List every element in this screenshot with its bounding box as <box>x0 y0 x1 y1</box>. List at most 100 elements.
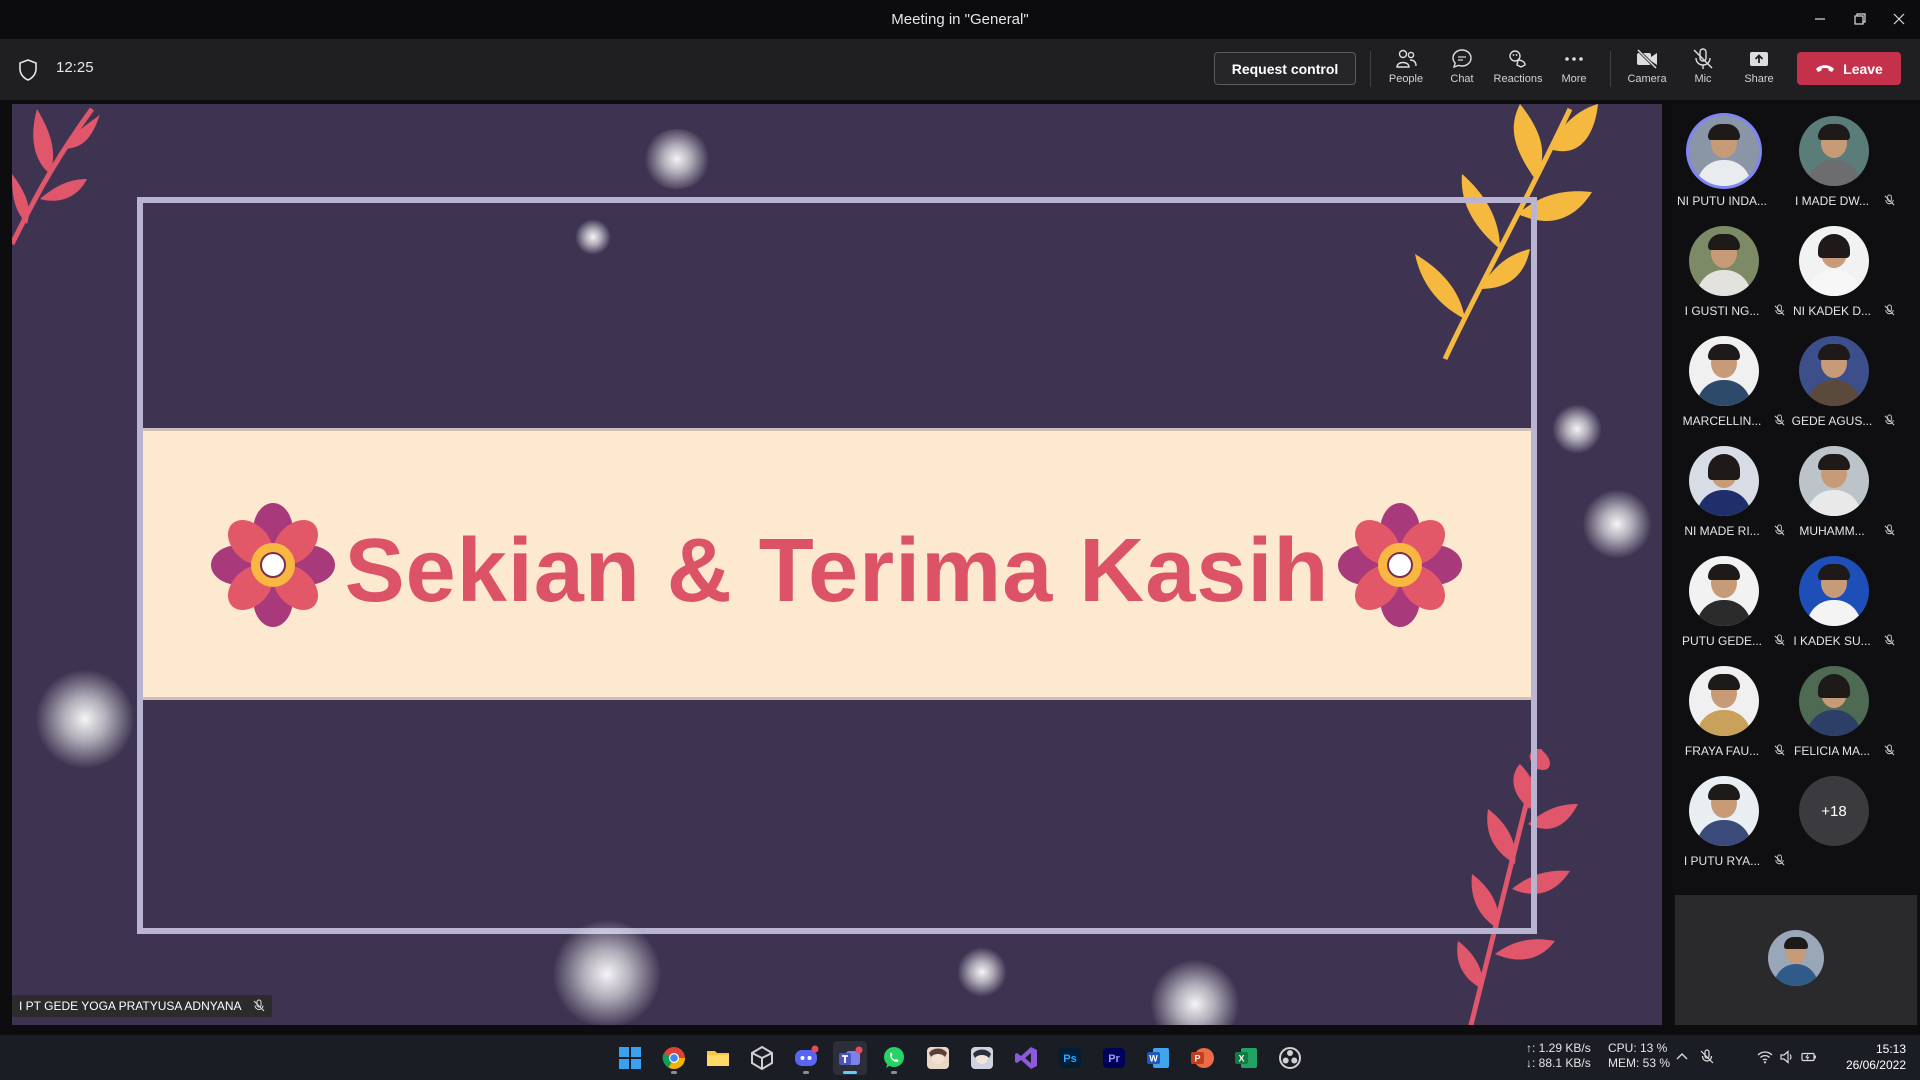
participant-tile[interactable]: I MADE DW... <box>1784 108 1904 216</box>
mic-off-icon <box>1884 524 1895 536</box>
excel-icon: X <box>1235 1048 1257 1068</box>
participant-tile[interactable]: PUTU GEDE... <box>1674 548 1794 656</box>
light-glow <box>1552 404 1602 454</box>
mic-button[interactable]: Mic <box>1677 47 1729 95</box>
camera-label: Camera <box>1627 73 1667 85</box>
mic-off-icon <box>1884 634 1895 646</box>
tray-battery[interactable] <box>1798 1046 1820 1068</box>
start-button[interactable] <box>613 1041 647 1075</box>
taskbar-clock[interactable]: 15:13 26/06/2022 <box>1836 1041 1906 1073</box>
cpu-usage: CPU: 13 % <box>1608 1041 1668 1055</box>
restore-button[interactable] <box>1846 6 1874 32</box>
shield-icon <box>19 59 37 81</box>
windows-start-icon <box>619 1047 641 1069</box>
participant-tile[interactable]: GEDE AGUS... <box>1784 328 1904 436</box>
minimize-button[interactable] <box>1806 6 1834 32</box>
chevron-up-icon <box>1676 1053 1688 1060</box>
meeting-timer: 12:25 <box>56 59 94 76</box>
participant-tile[interactable]: I PUTU RYA... <box>1674 768 1794 876</box>
whatsapp-button[interactable] <box>877 1041 911 1075</box>
clock-date: 26/06/2022 <box>1845 1058 1906 1072</box>
participant-avatar <box>1689 556 1759 626</box>
flower-decoration <box>211 503 335 627</box>
reactions-button[interactable]: Reactions <box>1492 47 1544 95</box>
minimize-icon <box>1815 18 1825 20</box>
participant-name: I GUSTI NG... <box>1684 304 1760 318</box>
participant-tile[interactable]: I KADEK SU... <box>1784 548 1904 656</box>
show-hidden-icons-button[interactable] <box>1671 1046 1693 1068</box>
self-avatar-hair <box>1784 937 1808 949</box>
mic-off-icon <box>1700 1049 1714 1064</box>
more-participants-tile[interactable]: +18 <box>1784 768 1904 876</box>
self-avatar <box>1768 930 1824 986</box>
file-explorer-button[interactable] <box>701 1041 735 1075</box>
participant-avatar <box>1799 446 1869 516</box>
participant-tile[interactable]: FRAYA FAU... <box>1674 658 1794 766</box>
participant-name: PUTU GEDE... <box>1681 634 1762 648</box>
more-participants-count[interactable]: +18 <box>1799 776 1869 846</box>
participant-name: MUHAMM... <box>1799 524 1865 538</box>
participant-tile[interactable]: FELICIA MA... <box>1784 658 1904 766</box>
mic-off-icon <box>253 999 264 1012</box>
participant-tile[interactable]: I GUSTI NG... <box>1674 218 1794 326</box>
slide-banner: Sekian & Terima Kasih <box>143 428 1531 700</box>
photoshop-button[interactable]: Ps <box>1053 1041 1087 1075</box>
share-label: Share <box>1744 73 1774 85</box>
active-indicator <box>843 1071 857 1074</box>
participant-avatar <box>1689 116 1759 186</box>
tray-mic-muted[interactable] <box>1696 1046 1718 1068</box>
tray-wifi[interactable] <box>1754 1046 1776 1068</box>
camera-button[interactable]: Camera <box>1621 47 1673 95</box>
tray-volume[interactable] <box>1776 1046 1798 1068</box>
app-anime-1-button[interactable] <box>921 1041 955 1075</box>
mic-label: Mic <box>1694 73 1712 85</box>
premiere-pro-icon: Pr <box>1103 1048 1125 1068</box>
more-button[interactable]: More <box>1548 47 1600 95</box>
leave-label: Leave <box>1843 60 1883 77</box>
visual-studio-button[interactable] <box>1009 1041 1043 1075</box>
participant-name: I MADE DW... <box>1794 194 1869 208</box>
light-glow <box>575 219 611 255</box>
svg-text:X: X <box>1238 1054 1244 1064</box>
more-label: More <box>1561 73 1587 85</box>
close-icon <box>1893 13 1905 25</box>
obs-icon <box>1279 1047 1301 1069</box>
participant-avatar <box>1689 776 1759 846</box>
presenter-name-tag: I PT GEDE YOGA PRATYUSA ADNYANA <box>12 995 272 1017</box>
chat-icon <box>1452 49 1472 69</box>
powerpoint-button[interactable]: P <box>1185 1041 1219 1075</box>
mic-off-icon <box>1884 194 1895 206</box>
word-button[interactable]: W <box>1141 1041 1175 1075</box>
excel-button[interactable]: X <box>1229 1041 1263 1075</box>
participant-tile[interactable]: NI KADEK D... <box>1784 218 1904 326</box>
reactions-icon <box>1509 50 1526 68</box>
system-monitor: CPU: 13 % MEM: 53 % <box>1608 1041 1670 1071</box>
teams-button[interactable] <box>833 1041 867 1075</box>
chrome-button[interactable] <box>657 1041 691 1075</box>
participant-tile[interactable]: MUHAMM... <box>1784 438 1904 546</box>
light-glow <box>35 669 135 769</box>
premiere-pro-button[interactable]: Pr <box>1097 1041 1131 1075</box>
discord-icon <box>795 1045 819 1066</box>
people-button[interactable]: People <box>1380 47 1432 95</box>
participant-avatar <box>1689 666 1759 736</box>
running-indicator <box>671 1071 677 1074</box>
participant-gallery: NI PUTU INDA... I MADE DW... I GUSTI NG.… <box>1672 104 1920 1024</box>
app-anime-2-button[interactable] <box>965 1041 999 1075</box>
participant-name: NI KADEK D... <box>1792 304 1872 318</box>
obs-button[interactable] <box>1273 1041 1307 1075</box>
participant-tile[interactable]: NI PUTU INDA... <box>1674 108 1794 216</box>
svg-text:P: P <box>1194 1054 1200 1064</box>
discord-button[interactable] <box>789 1041 823 1075</box>
leave-button[interactable]: Leave <box>1797 52 1901 85</box>
participant-tile[interactable]: NI MADE RI... <box>1674 438 1794 546</box>
chat-button[interactable]: Chat <box>1436 47 1488 95</box>
flower-decoration <box>1338 503 1462 627</box>
slide-title: Sekian & Terima Kasih <box>344 521 1330 621</box>
unity-button[interactable] <box>745 1041 779 1075</box>
light-glow <box>552 919 662 1025</box>
participant-tile[interactable]: MARCELLIN... <box>1674 328 1794 436</box>
request-control-button[interactable]: Request control <box>1214 52 1356 85</box>
close-button[interactable] <box>1885 6 1913 32</box>
share-button[interactable]: Share <box>1733 47 1785 95</box>
